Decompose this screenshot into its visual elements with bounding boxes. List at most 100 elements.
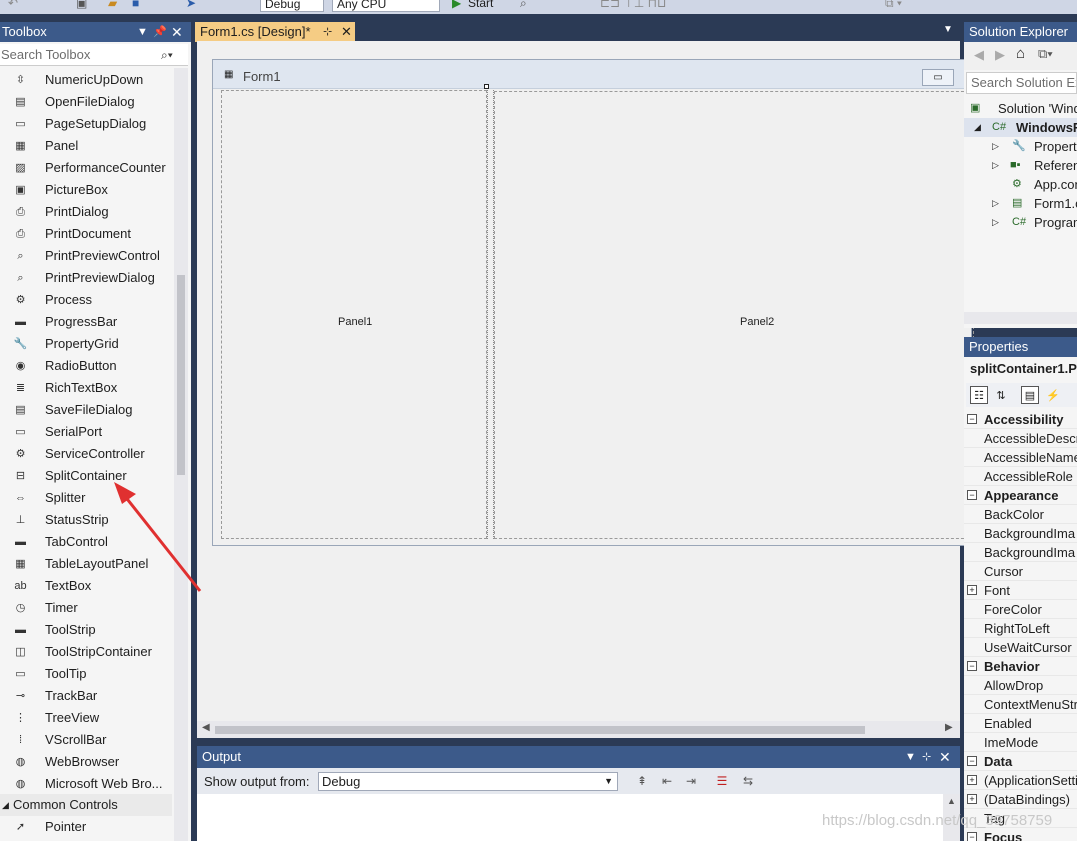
form-window[interactable]: ▦ Form1 ▭ Panel1 Panel2 bbox=[212, 59, 974, 546]
resize-handle[interactable] bbox=[484, 84, 489, 89]
close-icon[interactable]: ✕ bbox=[171, 22, 183, 42]
expand-icon[interactable]: + bbox=[967, 794, 977, 804]
property-row[interactable]: ForeColor bbox=[964, 600, 1077, 619]
clear-all-icon[interactable]: ☰ bbox=[714, 773, 730, 789]
toolbox-item-pointer[interactable]: ➚ Pointer bbox=[0, 816, 172, 838]
collapse-icon[interactable]: − bbox=[967, 414, 977, 424]
scrollbar-thumb[interactable] bbox=[215, 726, 865, 734]
property-row[interactable]: AccessibleRole bbox=[964, 467, 1077, 486]
toolbox-item[interactable]: ⚙ Process bbox=[0, 289, 172, 311]
property-row[interactable]: BackgroundIma bbox=[964, 543, 1077, 562]
property-category[interactable]: − Focus bbox=[964, 828, 1077, 841]
solution-search-input[interactable]: Search Solution Ex bbox=[966, 72, 1077, 94]
toolbox-item[interactable]: ⋮ TreeView bbox=[0, 707, 172, 729]
toolbox-item[interactable]: ▬ ProgressBar bbox=[0, 311, 172, 333]
toolbox-item[interactable]: ⇔ Splitter bbox=[0, 487, 172, 509]
expand-icon[interactable]: + bbox=[967, 585, 977, 595]
expand-triangle-icon[interactable]: ▷ bbox=[992, 213, 999, 232]
designer-horizontal-scrollbar[interactable]: ◀ ▶ bbox=[197, 721, 960, 738]
collapse-icon[interactable]: − bbox=[967, 832, 977, 841]
categorized-icon[interactable]: ☷ bbox=[970, 386, 988, 404]
pin-icon[interactable]: ⊹ bbox=[323, 22, 332, 42]
project-node[interactable]: ◢ C# WindowsF bbox=[964, 118, 1077, 137]
save-icon[interactable]: ■ bbox=[132, 0, 139, 12]
home-icon[interactable]: ⌂ bbox=[1016, 45, 1025, 62]
align-icon[interactable]: ⊏⊐ ⊤⊥ ⊓⊔ bbox=[600, 0, 666, 12]
toolbox-category-common-controls[interactable]: ◢ Common Controls bbox=[0, 794, 172, 816]
alphabetical-icon[interactable]: ⇅ bbox=[992, 386, 1010, 404]
output-source-select[interactable]: Debug ▼ bbox=[318, 772, 618, 791]
expand-triangle-icon[interactable]: ◢ bbox=[974, 118, 981, 137]
new-item-icon[interactable]: ▣ bbox=[76, 0, 87, 12]
toolbox-item[interactable]: ▤ SaveFileDialog bbox=[0, 399, 172, 421]
app-config-node[interactable]: ⚙ App.con bbox=[964, 175, 1077, 194]
property-row[interactable]: ContextMenuStr bbox=[964, 695, 1077, 714]
dropdown-arrow-icon[interactable]: ▼ bbox=[905, 746, 916, 768]
toolbox-scrollbar[interactable] bbox=[174, 68, 188, 841]
find-message-icon[interactable]: ⇞ bbox=[634, 773, 650, 789]
program-node[interactable]: ▷ C# Program bbox=[964, 213, 1077, 232]
close-icon[interactable]: ✕ bbox=[939, 746, 951, 768]
property-row[interactable]: Cursor bbox=[964, 562, 1077, 581]
toolbox-item[interactable]: ◫ ToolStripContainer bbox=[0, 641, 172, 663]
toolbox-item[interactable]: ▦ Panel bbox=[0, 135, 172, 157]
navigate-back-icon[interactable]: ➤ bbox=[186, 0, 196, 12]
toolbox-item[interactable]: ⌕ PrintPreviewControl bbox=[0, 245, 172, 267]
toolbox-item[interactable]: ▨ PerformanceCounter bbox=[0, 157, 172, 179]
previous-message-icon[interactable]: ⇤ bbox=[659, 773, 675, 789]
property-category[interactable]: − Data bbox=[964, 752, 1077, 771]
toolbox-item[interactable]: ⚙ ServiceController bbox=[0, 443, 172, 465]
property-row[interactable]: + Font bbox=[964, 581, 1077, 600]
splitter-bar[interactable] bbox=[487, 90, 494, 539]
toolbox-item[interactable]: ◷ Timer bbox=[0, 597, 172, 619]
minimize-icon[interactable]: ▭ bbox=[922, 69, 954, 86]
toolbox-item[interactable]: ▤ OpenFileDialog bbox=[0, 91, 172, 113]
configuration-select[interactable]: Debug bbox=[260, 0, 324, 12]
toolbox-item[interactable]: ▭ PageSetupDialog bbox=[0, 113, 172, 135]
collapse-icon[interactable]: − bbox=[967, 756, 977, 766]
start-button[interactable]: Start bbox=[468, 0, 493, 12]
next-message-icon[interactable]: ⇥ bbox=[683, 773, 699, 789]
toolbox-item[interactable]: 🔧 PropertyGrid bbox=[0, 333, 172, 355]
toolbox-item[interactable]: ▦ TableLayoutPanel bbox=[0, 553, 172, 575]
word-wrap-icon[interactable]: ⇆ bbox=[740, 773, 756, 789]
close-icon[interactable]: ✕ bbox=[341, 22, 352, 42]
start-icon[interactable]: ▶ bbox=[452, 0, 461, 12]
collapse-icon[interactable]: − bbox=[967, 661, 977, 671]
toolbox-item[interactable]: ⊟ SplitContainer bbox=[0, 465, 172, 487]
platform-select[interactable]: Any CPU bbox=[332, 0, 440, 12]
toolbox-search-input[interactable]: Search Toolbox bbox=[0, 44, 188, 66]
sync-icon[interactable]: ⧉▾ bbox=[1038, 46, 1053, 62]
toolbox-item[interactable]: ⎙ PrintDialog bbox=[0, 201, 172, 223]
toolbox-item[interactable]: ⊥ StatusStrip bbox=[0, 509, 172, 531]
selected-object-name[interactable]: splitContainer1.P bbox=[964, 358, 1077, 380]
property-row[interactable]: Enabled bbox=[964, 714, 1077, 733]
property-row[interactable]: ImeMode bbox=[964, 733, 1077, 752]
search-icon[interactable]: ⌕▾ bbox=[161, 48, 173, 63]
toolbox-item[interactable]: ⎙ PrintDocument bbox=[0, 223, 172, 245]
events-icon[interactable]: ⚡ bbox=[1044, 386, 1062, 404]
tab-form1-design[interactable]: Form1.cs [Design]* ⊹ ✕ bbox=[195, 22, 355, 42]
forward-icon[interactable]: ▶ bbox=[995, 47, 1005, 63]
pin-icon[interactable]: ⊹ bbox=[922, 746, 931, 768]
solution-horizontal-scrollbar[interactable] bbox=[964, 312, 1077, 324]
form1-node[interactable]: ▷ ▤ Form1.c bbox=[964, 194, 1077, 213]
properties-node[interactable]: ▷ 🔧 Propert bbox=[964, 137, 1077, 156]
property-row[interactable]: + (ApplicationSetti bbox=[964, 771, 1077, 790]
expand-icon[interactable]: + bbox=[967, 775, 977, 785]
toolbox-item[interactable]: ◉ RadioButton bbox=[0, 355, 172, 377]
property-row[interactable]: BackColor bbox=[964, 505, 1077, 524]
solution-node[interactable]: ▣ Solution 'Wind bbox=[964, 99, 1077, 118]
toolbox-item[interactable]: ◍ WebBrowser bbox=[0, 751, 172, 773]
toolbox-item[interactable]: ▬ ToolStrip bbox=[0, 619, 172, 641]
property-category[interactable]: − Appearance bbox=[964, 486, 1077, 505]
references-node[interactable]: ▷ ■▪ Referen bbox=[964, 156, 1077, 175]
toolbox-item[interactable]: ◍ Microsoft Web Bro... bbox=[0, 773, 172, 795]
toolbox-item[interactable]: ⌕ PrintPreviewDialog bbox=[0, 267, 172, 289]
properties-view-icon[interactable]: ▤ bbox=[1021, 386, 1039, 404]
property-category[interactable]: − Accessibility bbox=[964, 410, 1077, 429]
layout-icon[interactable]: ⧉ ▾ bbox=[885, 0, 902, 12]
expand-triangle-icon[interactable]: ▷ bbox=[992, 156, 999, 175]
undo-icon[interactable]: ↶ bbox=[8, 0, 18, 12]
toolbox-item[interactable]: ab TextBox bbox=[0, 575, 172, 597]
